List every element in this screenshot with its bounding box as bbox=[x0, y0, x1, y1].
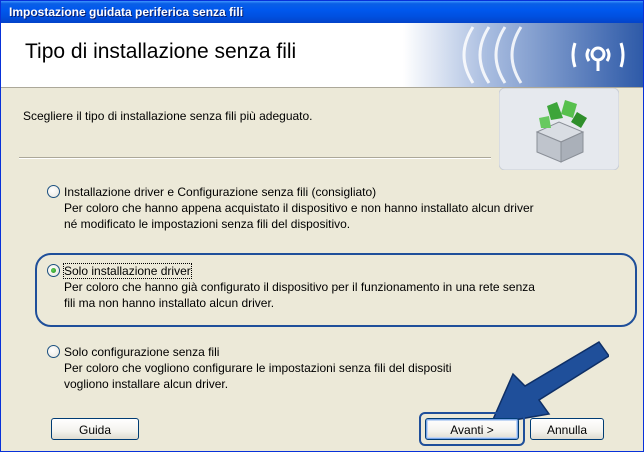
cancel-button[interactable]: Annulla bbox=[530, 418, 604, 440]
option-description: Per coloro che hanno già configurato il … bbox=[47, 279, 607, 311]
radio-wireless-only[interactable] bbox=[47, 345, 60, 358]
intro-text: Scegliere il tipo di installazione senza… bbox=[23, 109, 313, 123]
option-label[interactable]: Installazione driver e Configurazione se… bbox=[64, 185, 376, 199]
option-label[interactable]: Solo installazione driver bbox=[63, 263, 192, 279]
option-driver-and-wireless: Installazione driver e Configurazione se… bbox=[47, 184, 607, 232]
wizard-content: Scegliere il tipo di installazione senza… bbox=[1, 88, 643, 452]
next-button[interactable]: Avanti > bbox=[425, 418, 519, 440]
radio-driver-only[interactable] bbox=[47, 264, 60, 277]
product-box-icon bbox=[499, 88, 619, 170]
window-title: Impostazione guidata periferica senza fi… bbox=[9, 5, 244, 19]
option-desc-line: fili ma non hanno installato alcun drive… bbox=[64, 296, 275, 310]
help-button[interactable]: Guida bbox=[51, 418, 139, 440]
wizard-window: Impostazione guidata periferica senza fi… bbox=[0, 0, 644, 452]
radio-driver-and-wireless[interactable] bbox=[47, 185, 60, 198]
wizard-header: Tipo di installazione senza fili bbox=[1, 23, 643, 88]
option-desc-line: Per coloro che hanno già configurato il … bbox=[64, 280, 535, 294]
option-desc-line: né modificato le impostazioni senza fili… bbox=[64, 217, 351, 231]
page-title: Tipo di installazione senza fili bbox=[25, 40, 297, 63]
option-label[interactable]: Solo configurazione senza fili bbox=[64, 345, 219, 359]
wifi-signal-icon bbox=[403, 23, 643, 87]
option-driver-only: Solo installazione driver Per coloro che… bbox=[47, 263, 607, 311]
separator-line bbox=[19, 157, 491, 159]
option-desc-line: Per coloro che hanno appena acquistato i… bbox=[64, 201, 534, 215]
window-titlebar[interactable]: Impostazione guidata periferica senza fi… bbox=[1, 1, 643, 23]
option-description: Per coloro che hanno appena acquistato i… bbox=[47, 200, 607, 232]
